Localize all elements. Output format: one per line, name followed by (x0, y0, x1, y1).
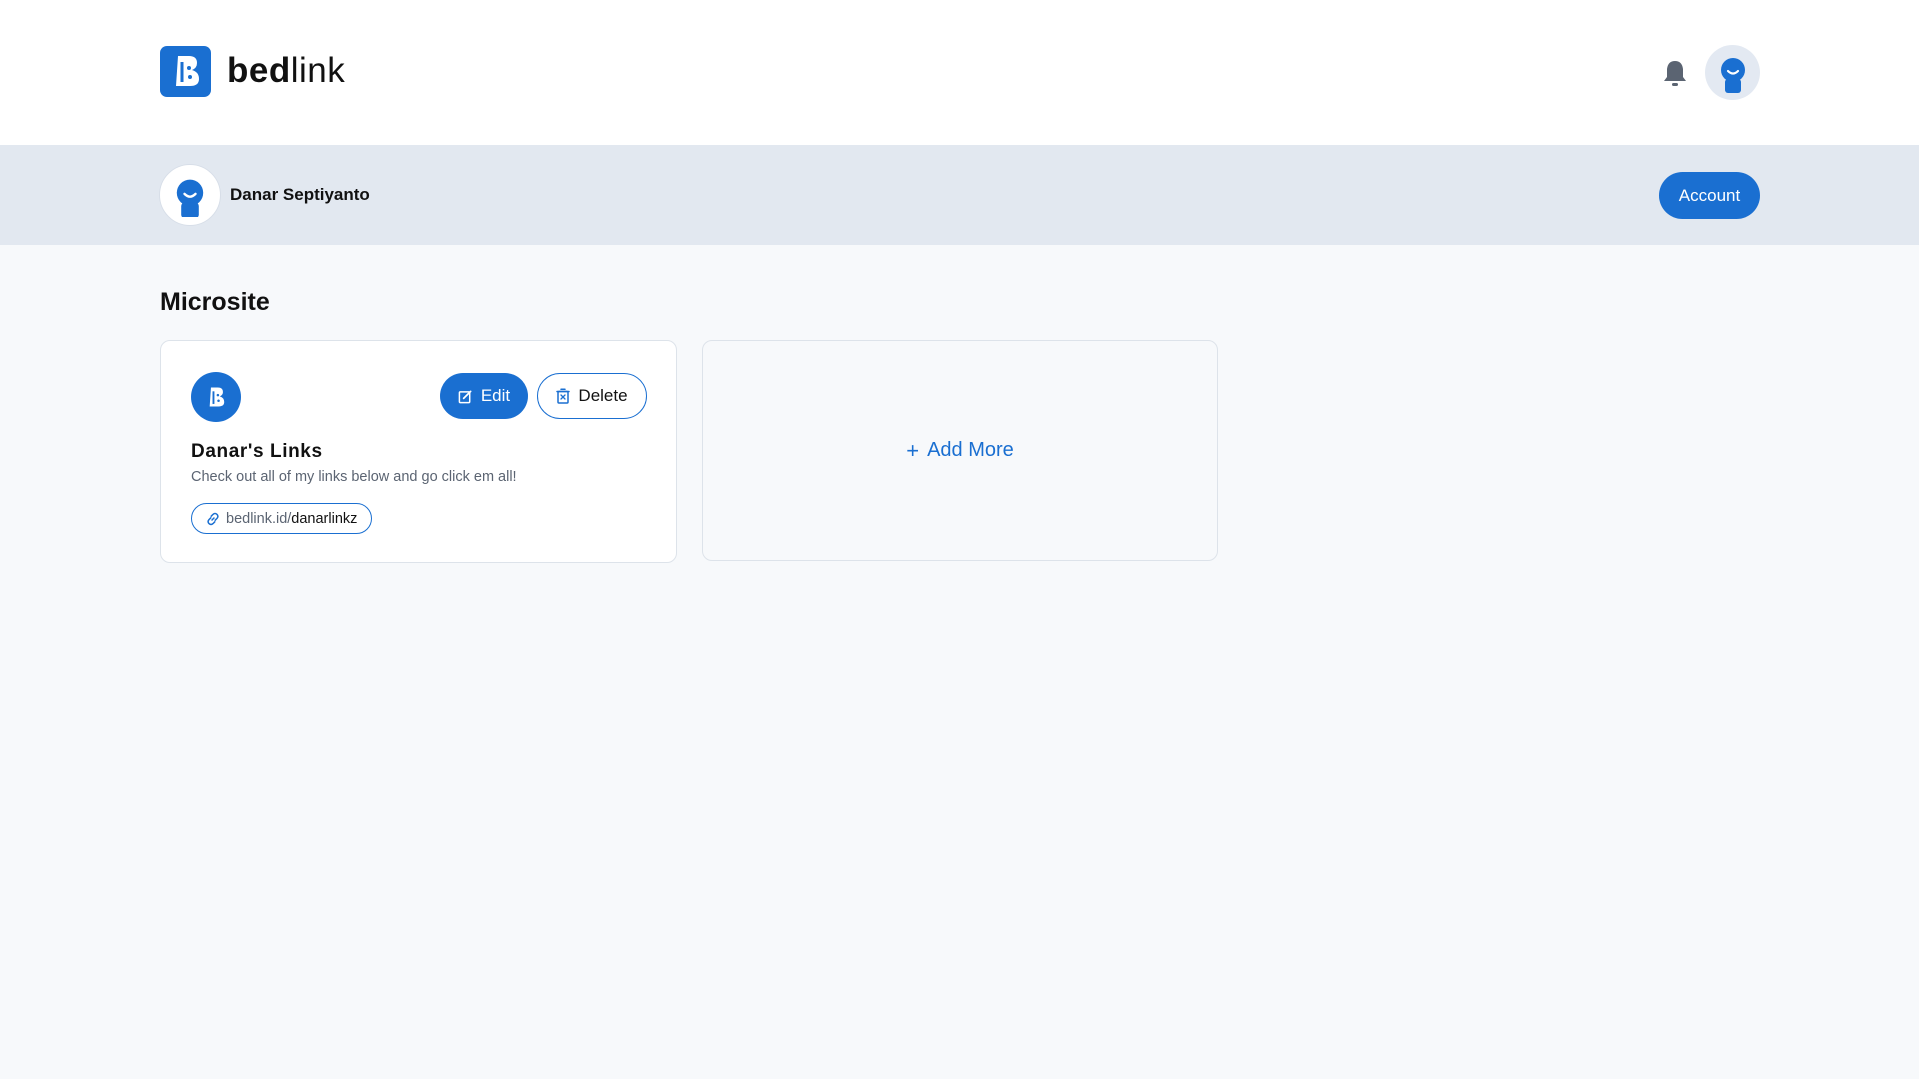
microsite-description: Check out all of my links below and go c… (191, 469, 517, 485)
bedlink-logo-icon (160, 45, 211, 97)
profile-avatar (160, 165, 220, 225)
microsite-title: Danar's Links (191, 441, 323, 462)
section-title: Microsite (160, 288, 270, 316)
brand-name: bedlink (227, 51, 345, 91)
delete-label: Delete (578, 386, 628, 405)
profile-bar: Danar Septiyanto Account (0, 145, 1919, 245)
link-slug: danarlinkz (291, 510, 358, 527)
profile-name: Danar Septiyanto (230, 185, 370, 204)
top-navbar: bedlink (0, 0, 1919, 145)
link-icon (207, 512, 219, 525)
edit-icon (458, 390, 472, 403)
bell-icon[interactable] (1660, 56, 1690, 90)
microsite-logo-icon (191, 372, 241, 422)
add-more-card[interactable]: + Add More (702, 340, 1218, 561)
add-more-button[interactable]: + Add More (906, 439, 1014, 462)
edit-button[interactable]: Edit (440, 373, 528, 419)
account-button[interactable]: Account (1659, 172, 1760, 219)
bedlink-logo[interactable]: bedlink (160, 45, 345, 97)
brand-name-bold: bed (227, 51, 291, 90)
brand-name-light: link (290, 51, 346, 90)
add-more-label: Add More (927, 439, 1014, 461)
trash-icon (556, 388, 571, 404)
delete-button[interactable]: Delete (537, 373, 647, 419)
link-domain: bedlink.id/ (226, 510, 292, 527)
edit-label: Edit (480, 386, 511, 405)
microsite-card: Edit Delete Danar's Links Check out all … (160, 340, 677, 563)
user-avatar-icon[interactable] (1705, 45, 1760, 100)
plus-icon: + (906, 437, 920, 463)
microsite-link[interactable]: bedlink.id/danarlinkz (191, 503, 373, 534)
